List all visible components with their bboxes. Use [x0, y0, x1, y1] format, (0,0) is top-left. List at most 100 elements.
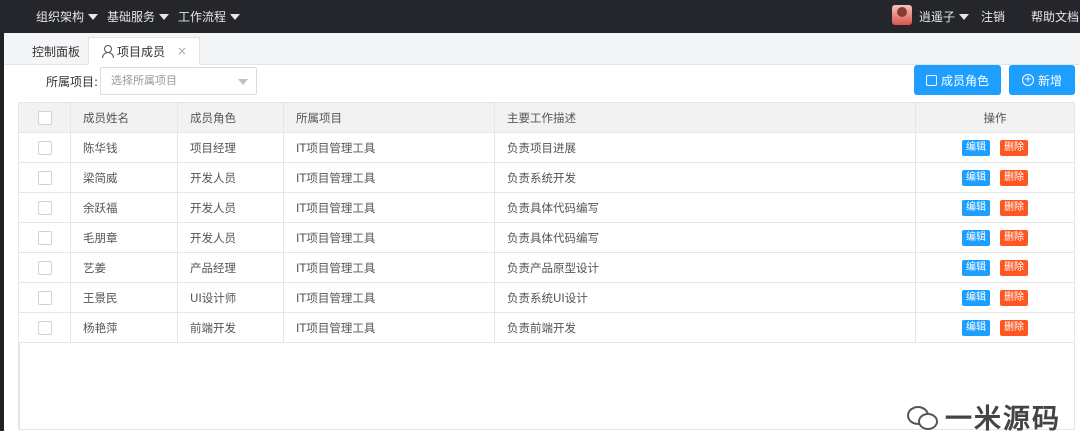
delete-button[interactable]: 删除	[1000, 259, 1028, 276]
member-name: 毛朋章	[71, 223, 178, 252]
table-row: 梁简威 开发人员 IT项目管理工具 负责系统开发 编辑 删除	[19, 163, 1074, 193]
row-select-cell	[19, 133, 71, 162]
member-description: 负责项目进展	[495, 133, 916, 162]
member-role: 产品经理	[178, 253, 284, 282]
table-row: 毛朋章 开发人员 IT项目管理工具 负责具体代码编写 编辑 删除	[19, 223, 1074, 253]
row-actions: 编辑 删除	[916, 313, 1074, 342]
row-checkbox[interactable]	[37, 290, 52, 305]
close-icon[interactable]: ×	[177, 44, 187, 58]
member-name: 杨艳萍	[71, 313, 178, 342]
roles-icon	[925, 74, 937, 86]
logout-label: 注销	[981, 10, 1006, 24]
row-checkbox[interactable]	[37, 170, 52, 185]
wechat-icon	[907, 404, 939, 430]
row-select-cell	[19, 313, 71, 342]
edit-button[interactable]: 编辑	[962, 139, 990, 156]
row-select-cell	[19, 283, 71, 312]
edit-button[interactable]: 编辑	[962, 229, 990, 246]
delete-button[interactable]: 删除	[1000, 199, 1028, 216]
edit-button[interactable]: 编辑	[962, 259, 990, 276]
plus-circle-icon: +	[1021, 74, 1034, 86]
member-project: IT项目管理工具	[284, 193, 495, 222]
logout-link[interactable]: 注销	[981, 0, 1005, 33]
edit-button[interactable]: 编辑	[962, 289, 990, 306]
user-menu[interactable]: 逍遥子	[919, 0, 970, 33]
table-header-row: 成员姓名 成员角色 所属项目 主要工作描述 操作	[19, 103, 1074, 133]
user-name: 逍遥子	[919, 10, 956, 24]
menu-label: 组织架构	[36, 10, 85, 24]
caret-down-icon	[959, 13, 970, 20]
member-description: 负责产品原型设计	[495, 253, 916, 282]
delete-button[interactable]: 删除	[1000, 169, 1028, 186]
edit-button[interactable]: 编辑	[962, 169, 990, 186]
watermark: 一米源码	[907, 397, 1061, 431]
table-row: 王景民 UI设计师 IT项目管理工具 负责系统UI设计 编辑 删除	[19, 283, 1074, 313]
member-roles-button[interactable]: 成员角色	[914, 65, 1001, 95]
caret-down-icon	[88, 13, 99, 20]
avatar[interactable]	[892, 5, 912, 25]
row-actions: 编辑 删除	[916, 223, 1074, 252]
table-row: 艺姜 产品经理 IT项目管理工具 负责产品原型设计 编辑 删除	[19, 253, 1074, 283]
row-select-cell	[19, 253, 71, 282]
member-project: IT项目管理工具	[284, 253, 495, 282]
member-role: 项目经理	[178, 133, 284, 162]
header-actions: 操作	[983, 110, 1007, 125]
row-checkbox[interactable]	[37, 230, 52, 245]
row-actions: 编辑 删除	[916, 193, 1074, 222]
row-select-cell	[19, 163, 71, 192]
delete-button[interactable]: 删除	[1000, 289, 1028, 306]
edit-button[interactable]: 编辑	[962, 199, 990, 216]
help-docs-link[interactable]: 帮助文档	[1031, 0, 1079, 33]
member-roles-label: 成员角色	[940, 73, 989, 88]
edit-button[interactable]: 编辑	[962, 319, 990, 336]
project-select-placeholder: 选择所属项目	[111, 74, 177, 87]
member-project: IT项目管理工具	[284, 283, 495, 312]
tab-label: 项目成员	[117, 44, 166, 59]
menu-org-structure[interactable]: 组织架构	[36, 0, 99, 33]
row-actions: 编辑 删除	[916, 253, 1074, 282]
watermark-text: 一米源码	[945, 404, 1061, 431]
project-filter-label: 所属项目:	[46, 75, 99, 89]
menu-label: 基础服务	[107, 10, 156, 24]
menu-workflow[interactable]: 工作流程	[178, 0, 241, 33]
table-row: 杨艳萍 前端开发 IT项目管理工具 负责前端开发 编辑 删除	[19, 313, 1074, 343]
member-name: 艺姜	[71, 253, 178, 282]
project-select[interactable]: 选择所属项目	[100, 67, 257, 95]
row-actions: 编辑 删除	[916, 283, 1074, 312]
select-all-checkbox[interactable]	[37, 110, 52, 125]
main-panel: 控制面板 项目成员 × 所属项目: 选择所属项目 成员角色 + 新增 成员姓名 …	[4, 33, 1080, 431]
header-description: 主要工作描述	[495, 103, 916, 132]
member-role: 开发人员	[178, 193, 284, 222]
tab-project-members[interactable]: 项目成员 ×	[88, 37, 201, 65]
member-role: UI设计师	[178, 283, 284, 312]
caret-down-icon	[230, 13, 241, 20]
row-select-cell	[19, 223, 71, 252]
delete-button[interactable]: 删除	[1000, 229, 1028, 246]
row-actions: 编辑 删除	[916, 163, 1074, 192]
header-name: 成员姓名	[71, 103, 178, 132]
member-description: 负责系统开发	[495, 163, 916, 192]
member-description: 负责系统UI设计	[495, 283, 916, 312]
header-project: 所属项目	[284, 103, 495, 132]
menu-label: 工作流程	[178, 10, 227, 24]
tab-dashboard[interactable]: 控制面板	[20, 37, 92, 65]
row-checkbox[interactable]	[37, 320, 52, 335]
header-role: 成员角色	[178, 103, 284, 132]
add-label: 新增	[1037, 73, 1062, 88]
delete-button[interactable]: 删除	[1000, 319, 1028, 336]
table-row: 陈华钱 项目经理 IT项目管理工具 负责项目进展 编辑 删除	[19, 133, 1074, 163]
caret-down-icon	[159, 13, 170, 20]
row-select-cell	[19, 193, 71, 222]
add-button[interactable]: + 新增	[1009, 65, 1075, 95]
member-description: 负责前端开发	[495, 313, 916, 342]
members-table: 成员姓名 成员角色 所属项目 主要工作描述 操作 陈华钱 项目经理 IT项目管理…	[18, 102, 1075, 430]
member-description: 负责具体代码编写	[495, 193, 916, 222]
delete-button[interactable]: 删除	[1000, 139, 1028, 156]
help-label: 帮助文档	[1031, 10, 1080, 24]
member-name: 余跃福	[71, 193, 178, 222]
row-checkbox[interactable]	[37, 260, 52, 275]
row-checkbox[interactable]	[37, 200, 52, 215]
row-checkbox[interactable]	[37, 140, 52, 155]
menu-basic-services[interactable]: 基础服务	[107, 0, 170, 33]
select-all-cell	[19, 103, 71, 132]
